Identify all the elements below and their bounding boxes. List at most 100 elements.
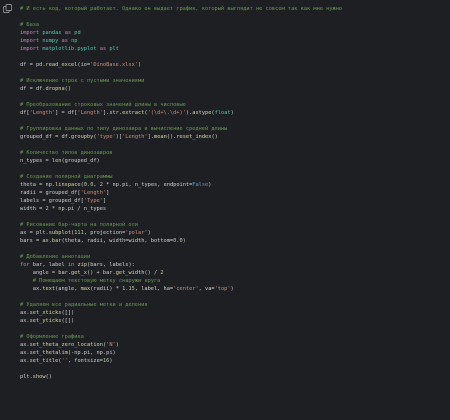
code-comment: # Помещаем текстовую метку снаружи круга [20,278,161,284]
code-token: ] [102,198,107,204]
code-token: get_width [115,270,145,276]
code-line: import matplotlib.pyplot as plt [20,45,446,53]
code-token: 0.0 [83,182,94,188]
code-token: ) [208,182,212,188]
code-line: width = 2 * np.pi / n_types [20,205,446,213]
code-token: plt [109,46,119,52]
code-line: df = df.dropna() [20,85,446,93]
code-token: (bars, labels): [87,262,135,268]
code-line: df['Length'] = df['Length'].str.extract(… [20,109,446,117]
code-token: reset_index [176,134,212,140]
code-token: False [192,182,209,188]
code-token: (grouped_df) [61,158,100,164]
copy-button[interactable] [2,3,13,14]
code-token: 'top' [214,286,231,292]
code-token: 'Length' [77,110,103,116]
code-comment: # Создание полярной диаграммы [20,174,113,180]
code-token: angle = bar. [20,270,72,276]
code-token: import [20,46,40,52]
code-line: # Количество типов динозавров [20,149,446,157]
code-token: ) [230,110,234,116]
code-line: # Добавление аннотации [20,253,446,261]
code-token: df = df. [20,86,46,92]
code-line: plt.show() [20,373,446,381]
code-line: ax.set_title('', fontsize=16) [20,357,446,365]
code-token: () [211,134,218,140]
code-comment: # Оформление графика [20,334,84,340]
code-token: 'center' [173,286,199,292]
code-token: width = [20,206,46,212]
code-line: # Создание полярной диаграммы [20,173,446,181]
code-token: theta = np. [20,182,56,188]
code-token: import [20,30,40,36]
code-token: (). [166,134,177,140]
code-token: '(\d+\.\d+)' [147,110,186,116]
code-line: for bar, label in zip(bars, labels): [20,261,446,269]
code-token: show [32,374,46,380]
code-token: () + bar. [86,270,116,276]
code-token: ) [138,62,142,68]
code-comment: # База [20,22,40,28]
code-token: ax. [20,310,30,316]
code-token: ax = plt. [20,230,49,236]
code-line: # Исключение строк с пустыми значениями [20,77,446,85]
code-token: grouped_df = df. [20,134,72,140]
code-line: ax.set_xticks([]) [20,309,446,317]
code-token: subplot [48,230,72,236]
copy-icon [3,4,12,13]
code-token: 'Length' [29,110,56,116]
code-token: text [42,286,56,292]
code-token: 111 [74,230,84,236]
code-token: ax. [20,358,30,364]
code-token: , va= [198,286,215,292]
code-token: ([]) [61,310,75,316]
code-line: # Удаляем все радиальные метки и деления [20,301,446,309]
code-line: n_types = len(grouped_df) [20,157,446,165]
code-token: groupby [71,134,94,140]
code-token: ([]) [61,318,75,324]
code-token: (radii) * [90,286,123,292]
code-line: # Рисование бар-чарта на полярной оси [20,221,446,229]
code-token: (theta, radii, width=width, bottom= [61,238,174,244]
code-token: ax. [20,350,30,356]
code-comment: # Добавление аннотации [20,254,91,260]
code-token: () / [144,270,161,276]
code-token: , projection= [83,230,126,236]
code-token: ax. [20,318,30,324]
code-token: ax. [20,286,43,292]
code-token: (-np.pi, np.pi) [67,350,116,356]
code-token: ) [147,230,151,236]
code-comment: # Рисование бар-чарта на полярной оси [20,222,138,228]
code-token: df[ [20,110,30,116]
code-line: ax.text(angle, max(radii) * 1.15, label,… [20,285,446,293]
code-token: zip [77,262,88,268]
code-token: np [71,38,78,44]
code-comment: # Количество типов динозавров [20,150,113,156]
code-token: () [64,86,72,92]
code-line: radii = grouped_df['Length'] [20,189,446,197]
code-token: get_x [71,270,87,276]
code-token: astype [192,110,212,116]
code-token: (angle, [55,286,81,292]
code-token: set_xticks [29,310,62,316]
code-token: radii = grouped_df[ [20,190,81,196]
code-token: linspace [55,182,81,188]
code-token: ) [182,238,186,244]
code-token: * np.pi / n_types [48,206,107,212]
code-line: # Преобразование строковых значений длин… [20,101,446,109]
code-token: ax. [20,342,30,348]
code-token: 'polar' [125,230,148,236]
code-line: bars = ax.bar(theta, radii, width=width,… [20,237,446,245]
code-block[interactable]: # И есть код, который работает. Однако о… [20,5,446,381]
code-line: labels = grouped_df['Type'] [20,197,446,205]
code-token: () [45,374,52,380]
